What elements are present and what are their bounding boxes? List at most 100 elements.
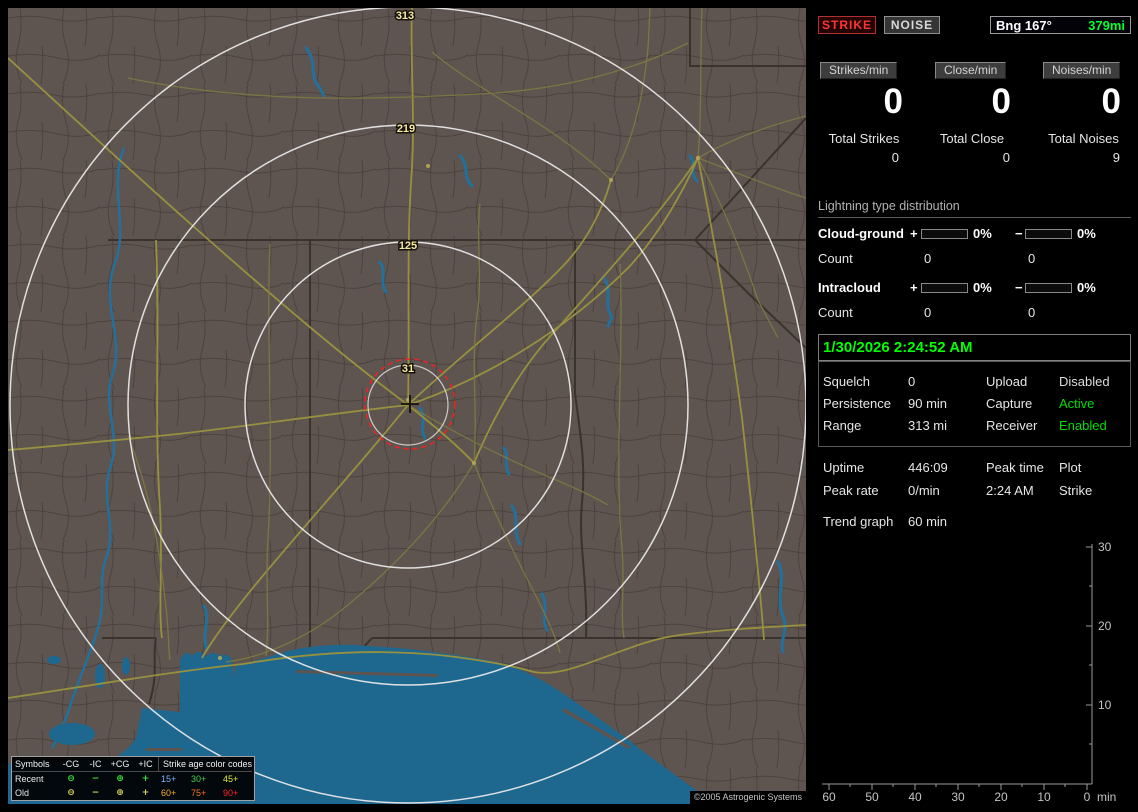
age-code-60: 60+	[161, 788, 177, 798]
plot-label: Plot	[1059, 460, 1082, 475]
ring-label-31: 31	[402, 363, 414, 375]
ic-positive-percent: 0%	[973, 280, 992, 295]
legend-col-neg-cg: -CG	[58, 757, 84, 772]
lightning-map[interactable]: 313 219 125 31 Symbols -CG -IC +CG +IC S…	[8, 8, 806, 804]
system-clock: 1/30/2026 2:24:52 AM	[818, 334, 1131, 361]
cloud-ground-count-row: Count 0 0	[818, 251, 1131, 267]
age-code-15: 15+	[161, 774, 177, 784]
trend-graph-span: 60 min	[908, 514, 948, 529]
svg-text:10: 10	[1037, 790, 1051, 804]
count-label: Count	[818, 251, 853, 266]
legend-col-neg-ic: -IC	[84, 757, 107, 772]
plot-mode-value: Strike	[1059, 483, 1093, 498]
ic-positive-count: 0	[924, 305, 932, 320]
cg-negative-percent: 0%	[1077, 226, 1096, 241]
trend-graph-row: Trend graph 60 min	[818, 514, 1131, 531]
age-code-45: 45+	[223, 774, 239, 784]
range-value: 313 mi	[908, 418, 948, 433]
strikes-per-min-button[interactable]: Strikes/min	[820, 62, 898, 79]
persistence-value: 90 min	[908, 396, 948, 411]
strikes-per-min-value: 0	[883, 82, 903, 121]
distribution-section-title: Lightning type distribution	[818, 199, 960, 213]
total-close-label: Total Close	[939, 131, 1005, 146]
strike-indicator-button[interactable]: STRIKE	[818, 16, 876, 34]
total-strikes-label: Total Strikes	[828, 131, 900, 146]
intracloud-row: Intracloud + 0% − 0%	[818, 280, 1131, 296]
pos-cg-recent-icon: ⊕	[116, 774, 124, 784]
svg-text:60: 60	[822, 790, 836, 804]
capture-label: Capture	[986, 396, 1033, 411]
settings-row: Squelch 0 Upload Disabled	[818, 374, 1131, 391]
intracloud-label: Intracloud	[818, 280, 881, 295]
plus-sign: +	[910, 280, 918, 295]
cg-negative-bar	[1025, 229, 1072, 239]
total-close-value: 0	[1002, 150, 1010, 165]
count-label: Count	[818, 305, 853, 320]
cloud-ground-label: Cloud-ground	[818, 226, 904, 241]
cg-positive-count: 0	[924, 251, 932, 266]
legend-col-pos-ic: +IC	[133, 757, 158, 772]
legend-col-pos-cg: +CG	[107, 757, 133, 772]
pos-ic-recent-icon: +	[141, 774, 150, 784]
copyright-notice: ©2005 Astrogenic Systems	[689, 791, 806, 804]
noise-indicator-button[interactable]: NOISE	[884, 16, 940, 34]
age-code-30: 30+	[191, 774, 207, 784]
settings-row: Persistence 90 min Capture Active	[818, 396, 1131, 413]
cloud-ground-row: Cloud-ground + 0% − 0%	[818, 226, 1131, 242]
ring-label-219: 219	[397, 123, 415, 135]
neg-ic-old-icon: −	[91, 788, 100, 798]
legend-age-header: Strike age color codes	[158, 757, 252, 772]
trend-graph-label: Trend graph	[823, 514, 894, 529]
graph-axes	[822, 544, 1093, 790]
upload-status: Disabled	[1059, 374, 1110, 389]
persistence-label: Persistence	[823, 396, 891, 411]
peak-rate-label: Peak rate	[823, 483, 879, 498]
legend-symbols-header: Symbols	[12, 757, 58, 772]
cg-positive-percent: 0%	[973, 226, 992, 241]
upload-label: Upload	[986, 374, 1028, 389]
ic-positive-bar	[921, 283, 968, 293]
range-label: Range	[823, 418, 862, 433]
total-noises-label: Total Noises	[1048, 131, 1119, 146]
svg-text:40: 40	[908, 790, 922, 804]
noises-per-min-button[interactable]: Noises/min	[1043, 62, 1121, 79]
status-panel: STRIKE NOISE Bng 167° 379mi Strikes/min …	[818, 8, 1131, 804]
age-code-75: 75+	[191, 788, 207, 798]
x-tick-labels: 60 50 40 30 20 10 0	[822, 790, 1090, 804]
close-per-min-button[interactable]: Close/min	[935, 62, 1007, 79]
ring-label-125: 125	[399, 240, 417, 252]
peak-time-value: 2:24 AM	[986, 483, 1034, 498]
neg-cg-old-icon: ⊖	[67, 788, 75, 798]
section-divider	[818, 217, 1131, 218]
svg-text:20: 20	[994, 790, 1008, 804]
total-noises-value: 9	[1112, 150, 1120, 165]
cg-positive-bar	[921, 229, 968, 239]
ic-negative-count: 0	[1028, 305, 1036, 320]
status-row: Uptime 446:09 Peak time Plot	[818, 460, 1131, 477]
settings-row: Range 313 mi Receiver Enabled	[818, 418, 1131, 435]
trend-graph: 30 20 10 60 50 40 30 20 10 0 min	[822, 540, 1116, 804]
cg-negative-count: 0	[1028, 251, 1036, 266]
map-canvas: 313 219 125 31	[8, 8, 806, 804]
svg-text:0: 0	[1084, 790, 1091, 804]
plus-sign: +	[910, 226, 918, 241]
neg-cg-recent-icon: ⊖	[67, 774, 75, 784]
total-strikes-value: 0	[891, 150, 899, 165]
y-tick-30: 30	[1098, 540, 1112, 554]
receiver-status: Enabled	[1059, 418, 1107, 433]
neg-ic-recent-icon: −	[91, 774, 100, 784]
minus-sign: −	[1015, 280, 1023, 295]
age-code-90: 90+	[223, 788, 239, 798]
receiver-label: Receiver	[986, 418, 1038, 433]
ic-negative-bar	[1025, 283, 1072, 293]
y-tick-20: 20	[1098, 619, 1112, 633]
svg-text:30: 30	[951, 790, 965, 804]
squelch-value: 0	[908, 374, 916, 389]
bearing-display: Bng 167° 379mi	[990, 16, 1131, 34]
status-row: Peak rate 0/min 2:24 AM Strike	[818, 483, 1131, 500]
pos-ic-old-icon: +	[141, 788, 150, 798]
squelch-label: Squelch	[823, 374, 870, 389]
pos-cg-old-icon: ⊕	[116, 788, 124, 798]
ic-negative-percent: 0%	[1077, 280, 1096, 295]
svg-text:50: 50	[865, 790, 879, 804]
